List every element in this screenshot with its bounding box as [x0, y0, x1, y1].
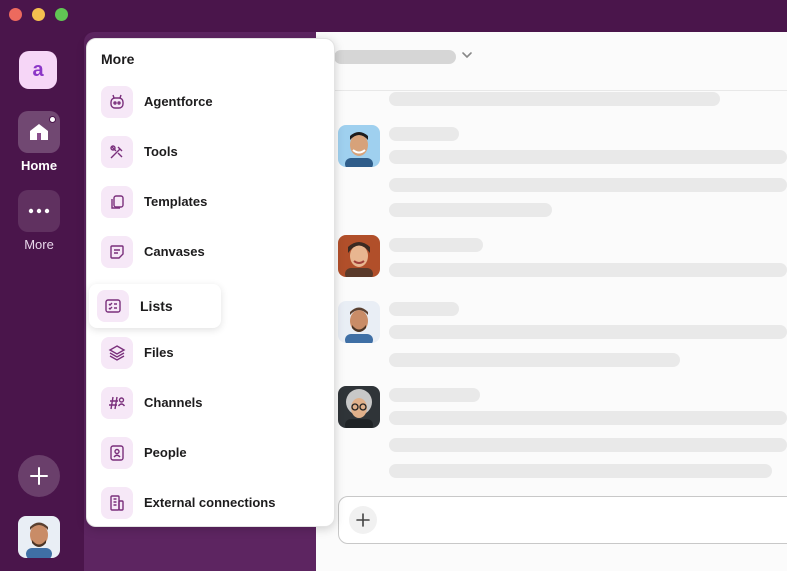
- menu-item-tools[interactable]: Tools: [93, 130, 329, 174]
- menu-item-people[interactable]: People: [93, 431, 329, 475]
- menu-item-label: Channels: [144, 395, 203, 410]
- composer-add-button[interactable]: [349, 506, 377, 534]
- menu-item-label: Tools: [144, 144, 178, 159]
- building-icon: [101, 487, 133, 519]
- home-icon: [30, 124, 48, 140]
- member-avatar-image: [338, 386, 380, 428]
- menu-item-canvases[interactable]: Canvases: [93, 230, 329, 274]
- message-placeholder: [389, 325, 787, 339]
- menu-item-channels[interactable]: Channels: [93, 381, 329, 425]
- menu-item-templates[interactable]: Templates: [93, 180, 329, 224]
- menu-title: More: [101, 51, 135, 67]
- people-icon: [101, 437, 133, 469]
- tools-icon: [101, 136, 133, 168]
- member-avatar-image: [338, 235, 380, 277]
- member-avatar-image: [338, 301, 380, 343]
- message-placeholder: [389, 150, 787, 164]
- member-avatar[interactable]: [338, 125, 380, 167]
- menu-item-external-connections[interactable]: External connections: [93, 481, 329, 525]
- member-avatar[interactable]: [338, 301, 380, 343]
- message-placeholder: [389, 302, 459, 316]
- workspace-logo[interactable]: a: [19, 51, 57, 89]
- files-icon: [101, 337, 133, 369]
- channels-icon: [101, 387, 133, 419]
- message-placeholder: [389, 203, 552, 217]
- message-placeholder: [389, 263, 787, 277]
- add-button[interactable]: [18, 455, 60, 497]
- message-placeholder: [389, 388, 480, 402]
- message-placeholder: [389, 238, 483, 252]
- user-avatar-image: [18, 516, 60, 558]
- user-avatar[interactable]: [18, 516, 60, 558]
- message-placeholder: [389, 438, 787, 452]
- header-divider: [316, 90, 787, 91]
- channel-name-placeholder[interactable]: [334, 50, 456, 64]
- menu-item-label: Lists: [140, 298, 173, 314]
- message-placeholder: [389, 178, 787, 192]
- menu-item-files[interactable]: Files: [93, 331, 329, 375]
- agent-icon: [101, 86, 133, 118]
- message-placeholder: [389, 411, 787, 425]
- more-button[interactable]: [18, 190, 60, 232]
- menu-item-lists[interactable]: Lists: [89, 284, 221, 328]
- workspace-rail: a Home More: [0, 0, 78, 571]
- message-composer[interactable]: [338, 496, 787, 544]
- menu-item-label: Agentforce: [144, 94, 213, 109]
- more-label: More: [24, 237, 54, 252]
- plus-icon: [356, 513, 370, 527]
- message-placeholder: [389, 127, 459, 141]
- unread-dot: [49, 116, 56, 123]
- menu-item-label: Canvases: [144, 244, 205, 259]
- more-menu: More Agentforce Tools Templates Canvases…: [86, 38, 335, 527]
- member-avatar-image: [338, 125, 380, 167]
- message-placeholder: [389, 353, 680, 367]
- chevron-down-icon[interactable]: [460, 48, 474, 62]
- member-avatar[interactable]: [338, 386, 380, 428]
- member-avatar[interactable]: [338, 235, 380, 277]
- plus-icon: [30, 467, 48, 485]
- message-placeholder: [389, 464, 772, 478]
- message-placeholder: [389, 92, 720, 106]
- home-label: Home: [20, 158, 58, 173]
- lists-icon: [97, 290, 129, 322]
- templates-icon: [101, 186, 133, 218]
- menu-item-label: Templates: [144, 194, 208, 209]
- menu-item-label: People: [144, 445, 187, 460]
- ellipsis-icon: [28, 208, 50, 214]
- home-button[interactable]: [18, 111, 60, 153]
- message-pane: [316, 32, 787, 571]
- title-bar: [0, 0, 787, 32]
- menu-item-label: External connections: [144, 495, 276, 510]
- canvas-icon: [101, 236, 133, 268]
- menu-item-label: Files: [144, 345, 174, 360]
- menu-item-agentforce[interactable]: Agentforce: [93, 80, 329, 124]
